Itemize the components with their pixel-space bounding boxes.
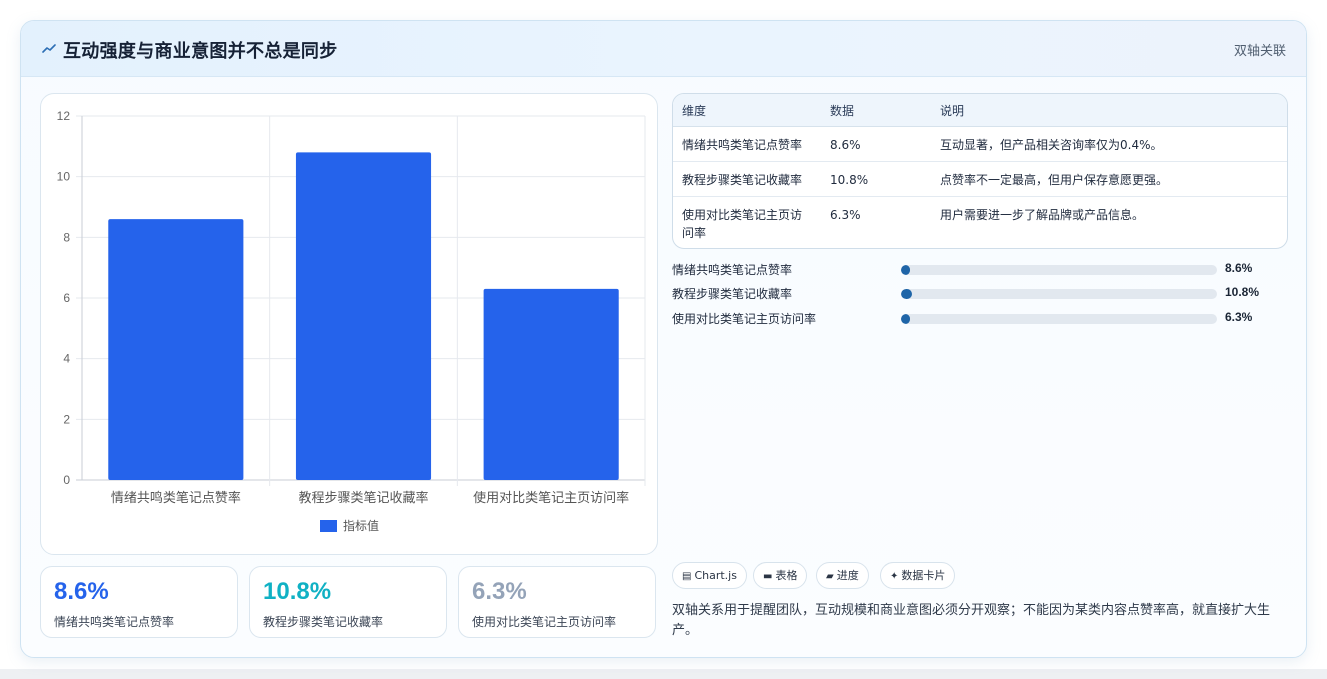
bar [295, 152, 432, 480]
y-tick-label: 0 [63, 473, 70, 487]
x-tick-label: 情绪共鸣类笔记点赞率 [111, 490, 241, 506]
stat-card-3: 6.3% 使用对比类笔记主页访问率 [458, 566, 656, 638]
table-header-data: 数据 [830, 104, 855, 118]
chart-icon: ▤ [682, 571, 692, 582]
progress-fill [901, 289, 913, 299]
table-cell-dimension: 教程步骤类笔记收藏率 [682, 173, 803, 187]
chip-progress[interactable]: ▰ 进度 [816, 562, 869, 589]
y-tick-label: 6 [63, 291, 70, 305]
table-cell-description: 用户需要进一步了解品牌或产品信息。 [940, 208, 1145, 222]
progress-icon: ▰ [826, 571, 834, 582]
stat-card-2: 10.8% 教程步骤类笔记收藏率 [249, 566, 447, 638]
table-cell-dimension: 使用对比类笔记主页访问率 [682, 208, 803, 240]
chip-label: 数据卡片 [901, 569, 946, 582]
table-header-description: 说明 [940, 104, 965, 118]
bar-chart-panel: 0 2 4 6 8 10 12 情绪共鸣类笔记点赞率 教程步骤类笔记收藏率 使用对比类笔记主页访问… [40, 93, 658, 555]
stat-label: 情绪共鸣类笔记点赞率 [54, 615, 175, 629]
y-tick-label: 4 [63, 352, 70, 366]
y-tick-label: 8 [63, 230, 70, 244]
table-cell-data: 8.6% [830, 138, 861, 152]
x-tick-label: 教程步骤类笔记收藏率 [298, 490, 428, 506]
chip-table[interactable]: ▬ 表格 [753, 562, 808, 589]
table-row: 教程步骤类笔记收藏率 10.8% 点赞率不一定最高，但用户保存意愿更强。 [673, 162, 1287, 197]
table-icon: ▬ [763, 571, 773, 582]
table-header-dimension: 维度 [682, 104, 707, 118]
stat-value: 6.3% [472, 578, 527, 605]
progress-row: 情绪共鸣类笔记点赞率 8.6% [672, 261, 1292, 279]
stat-label: 教程步骤类笔记收藏率 [263, 615, 384, 629]
progress-label: 教程步骤类笔记收藏率 [672, 287, 793, 301]
progress-label: 情绪共鸣类笔记点赞率 [672, 263, 793, 277]
table-header-row: 维度 数据 说明 [673, 94, 1287, 127]
insight-card: 互动强度与商业意图并不总是同步 双轴关联 0 2 4 6 8 10 12 情绪共鸣类笔记点赞率… [20, 20, 1307, 658]
progress-value: 8.6% [1225, 261, 1253, 275]
table-cell-data: 6.3% [830, 208, 861, 222]
table-cell-description: 互动显著，但产品相关咨询率仅为0.4%。 [940, 138, 1163, 152]
bar-chart: 0 2 4 6 8 10 12 情绪共鸣类笔记点赞率 教程步骤类笔记收藏率 使用对比类笔记主页访问… [57, 109, 646, 533]
header-tag: 双轴关联 [1233, 44, 1286, 59]
table-cell-description: 点赞率不一定最高，但用户保存意愿更强。 [940, 173, 1169, 187]
table-row: 使用对比类笔记主页访问率 6.3% 用户需要进一步了解品牌或产品信息。 [673, 197, 1287, 248]
data-table: 维度 数据 说明 情绪共鸣类笔记点赞率 8.6% 互动显著，但产品相关咨询率仅为… [672, 93, 1288, 249]
progress-value: 6.3% [1225, 310, 1253, 324]
chip-label: Chart.js [694, 569, 737, 582]
x-tick-label: 使用对比类笔记主页访问率 [473, 490, 629, 506]
y-tick-label: 10 [57, 170, 71, 184]
page-bottom-band [0, 669, 1327, 679]
card-title: 互动强度与商业意图并不总是同步 [63, 41, 338, 62]
legend-label: 指标值 [343, 518, 379, 533]
progress-row: 教程步骤类笔记收藏率 10.8% [672, 285, 1292, 303]
chip-chartjs[interactable]: ▤ Chart.js [672, 562, 747, 589]
stat-label: 使用对比类笔记主页访问率 [472, 615, 617, 629]
table-cell-data: 10.8% [830, 173, 869, 187]
chip-label: 进度 [836, 569, 859, 582]
progress-value: 10.8% [1225, 285, 1260, 299]
table-row: 情绪共鸣类笔记点赞率 8.6% 互动显著，但产品相关咨询率仅为0.4%。 [673, 127, 1287, 162]
sparkle-icon: ✦ [890, 571, 899, 582]
progress-track [901, 289, 1217, 299]
y-tick-label: 2 [63, 412, 70, 426]
stat-card-1: 8.6% 情绪共鸣类笔记点赞率 [40, 566, 238, 638]
progress-row: 使用对比类笔记主页访问率 6.3% [672, 310, 1292, 328]
table-cell-dimension: 情绪共鸣类笔记点赞率 [682, 138, 803, 152]
chip-label: 表格 [775, 569, 798, 582]
legend-swatch [320, 520, 337, 532]
stat-value: 8.6% [54, 578, 109, 605]
trend-line-icon [42, 44, 56, 53]
bar [483, 288, 619, 480]
progress-track [901, 314, 1217, 324]
progress-track [901, 265, 1217, 275]
y-tick-label: 12 [57, 109, 71, 123]
progress-label: 使用对比类笔记主页访问率 [672, 312, 817, 326]
progress-fill [901, 314, 910, 324]
footnote: 双轴关系用于提醒团队，互动规模和商业意图必须分开观察；不能因为某类内容点赞率高，… [672, 603, 1271, 638]
card-header: 互动强度与商业意图并不总是同步 双轴关联 [21, 21, 1306, 77]
bar [108, 219, 244, 480]
progress-fill [901, 265, 910, 275]
stat-value: 10.8% [263, 578, 332, 605]
chip-data-card[interactable]: ✦ 数据卡片 [880, 562, 956, 589]
